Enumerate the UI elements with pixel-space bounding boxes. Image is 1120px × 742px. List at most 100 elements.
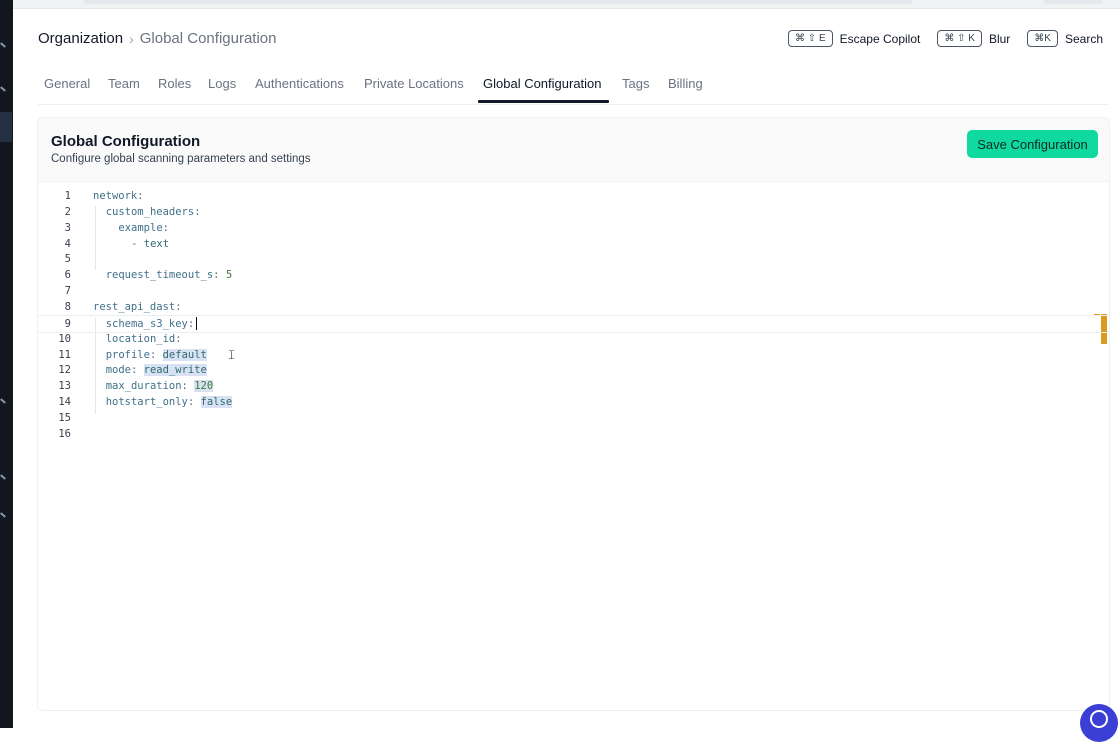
code-line[interactable]: 13 max_duration: 120	[38, 378, 1109, 394]
yaml-key: network	[93, 190, 138, 202]
code-text[interactable]: profile: default	[106, 347, 207, 363]
code-line[interactable]: 10 location_id:	[38, 331, 1109, 347]
top-scroll-area	[13, 0, 1120, 9]
code-text[interactable]: location_id:	[106, 331, 182, 347]
code-line[interactable]: 14 hotstart_only: false	[38, 394, 1109, 410]
sidebar-active-item[interactable]	[0, 112, 12, 142]
code-text[interactable]: rest_api_dast:	[93, 299, 182, 315]
blur-kbd[interactable]: ⌘ ⇧ K	[937, 30, 982, 47]
code-line[interactable]: 15	[38, 410, 1109, 426]
yaml-value: default	[162, 348, 207, 361]
code-line[interactable]: 6 request_timeout_s: 5	[38, 267, 1109, 283]
code-line[interactable]: 3 example:	[38, 220, 1109, 236]
sidebar-edge-icon[interactable]	[0, 42, 6, 48]
search-kbd[interactable]: ⌘K	[1027, 30, 1058, 47]
breadcrumb-separator-icon: ›	[129, 30, 134, 47]
caret	[196, 317, 198, 331]
yaml-code-editor[interactable]: 𝙸 1 network: 2 custom_headers: 3 example: 4- t…	[38, 182, 1109, 710]
tab-private-locations[interactable]: Private Locations	[364, 76, 464, 91]
yaml-key: schema_s3_key	[105, 317, 188, 330]
search-label[interactable]: Search	[1065, 32, 1103, 46]
code-text[interactable]: hotstart_only: false	[106, 394, 233, 410]
yaml-separator: :	[149, 348, 163, 361]
yaml-key: location_id	[105, 332, 176, 345]
tab-team[interactable]: Team	[108, 76, 140, 91]
tab-roles[interactable]: Roles	[158, 76, 191, 91]
breadcrumb-current: Global Configuration	[139, 30, 277, 47]
sidebar-edge-icon[interactable]	[0, 474, 6, 480]
code-text[interactable]: mode: read_write	[106, 362, 207, 378]
tab-general[interactable]: General	[44, 76, 90, 91]
yaml-key: profile	[105, 348, 150, 361]
yaml-key: max_duration	[105, 380, 182, 393]
yaml-separator: -	[131, 237, 144, 250]
sidebar-edge-icon[interactable]	[0, 512, 6, 518]
yaml-separator: :	[181, 380, 195, 393]
tab-authentications[interactable]: Authentications	[255, 76, 344, 91]
code-line[interactable]: 8 rest_api_dast:	[38, 299, 1109, 315]
breadcrumb: Organization › Global Configuration	[38, 30, 277, 47]
breadcrumb-organization[interactable]: Organization	[38, 30, 123, 47]
line-number: 2	[64, 205, 71, 218]
line-number: 12	[58, 364, 71, 377]
code-text[interactable]: example:	[118, 220, 169, 236]
line-number: 7	[64, 285, 71, 298]
sidebar-edge-icon[interactable]	[0, 398, 6, 404]
chat-icon	[1090, 710, 1108, 728]
line-number: 8	[64, 300, 71, 313]
yaml-separator: :	[175, 300, 182, 313]
code-line[interactable]: 11 profile: default	[38, 347, 1109, 363]
code-line[interactable]: 16	[38, 426, 1109, 442]
blur-label[interactable]: Blur	[989, 32, 1010, 46]
save-configuration-button[interactable]: Save Configuration	[967, 130, 1098, 158]
yaml-separator: :	[175, 332, 182, 345]
code-text[interactable]: - text	[131, 236, 169, 252]
yaml-separator: :	[187, 317, 195, 330]
tab-tags[interactable]: Tags	[622, 76, 649, 91]
code-line[interactable]: 4 - text	[38, 236, 1109, 252]
chat-help-button[interactable]	[1080, 704, 1118, 742]
code-line[interactable]: 12 mode: read_write	[38, 362, 1109, 378]
yaml-key: example	[118, 221, 163, 234]
settings-tabs: General Team Roles Logs Authentications …	[38, 76, 1108, 105]
code-text[interactable]: max_duration: 120	[105, 378, 214, 394]
yaml-separator: :	[213, 269, 226, 282]
escape-copilot-label[interactable]: Escape Copilot	[840, 32, 921, 46]
code-line[interactable]: 1 network:	[38, 188, 1109, 204]
yaml-key: request_timeout_s	[105, 269, 214, 282]
keyboard-shortcuts: ⌘ ⇧ E Escape Copilot ⌘ ⇧ K Blur ⌘K Searc…	[788, 30, 1103, 47]
panel-title: Global Configuration	[51, 133, 201, 150]
top-bar-pill	[1043, 0, 1103, 4]
yaml-value: text	[143, 237, 170, 250]
line-number: 16	[58, 427, 71, 440]
code-text[interactable]: schema_s3_key:	[106, 316, 198, 332]
line-number: 13	[58, 380, 71, 393]
line-number: 15	[58, 411, 71, 424]
tab-logs[interactable]: Logs	[208, 76, 236, 91]
sidebar-edge-icon[interactable]	[0, 86, 6, 92]
escape-copilot-kbd[interactable]: ⌘ ⇧ E	[788, 30, 833, 47]
top-bar-pill	[83, 0, 913, 4]
yaml-key: mode	[105, 364, 131, 377]
code-line[interactable]: 7	[38, 283, 1109, 299]
tab-billing[interactable]: Billing	[668, 76, 703, 91]
code-line[interactable]: 2 custom_headers:	[38, 204, 1109, 220]
yaml-value: 5	[225, 269, 233, 282]
line-number: 10	[58, 332, 71, 345]
code-line[interactable]: 5	[38, 251, 1109, 267]
yaml-key: rest_api_dast	[93, 300, 176, 313]
yaml-value: 120	[194, 380, 214, 393]
panel-header: Global Configuration Configure global sc…	[38, 118, 1109, 182]
code-text[interactable]: custom_headers:	[106, 204, 201, 220]
yaml-separator: :	[162, 221, 169, 234]
code-text[interactable]: request_timeout_s: 5	[106, 267, 232, 283]
yaml-separator: :	[194, 205, 201, 218]
line-number: 5	[64, 253, 71, 266]
line-number: 14	[58, 396, 71, 409]
yaml-value: read_write	[143, 364, 207, 377]
app-sidebar-edge	[0, 0, 13, 728]
line-number: 4	[64, 237, 71, 250]
line-number: 6	[64, 269, 71, 282]
tab-global-configuration[interactable]: Global Configuration	[483, 76, 602, 91]
code-text[interactable]: network:	[93, 188, 144, 204]
